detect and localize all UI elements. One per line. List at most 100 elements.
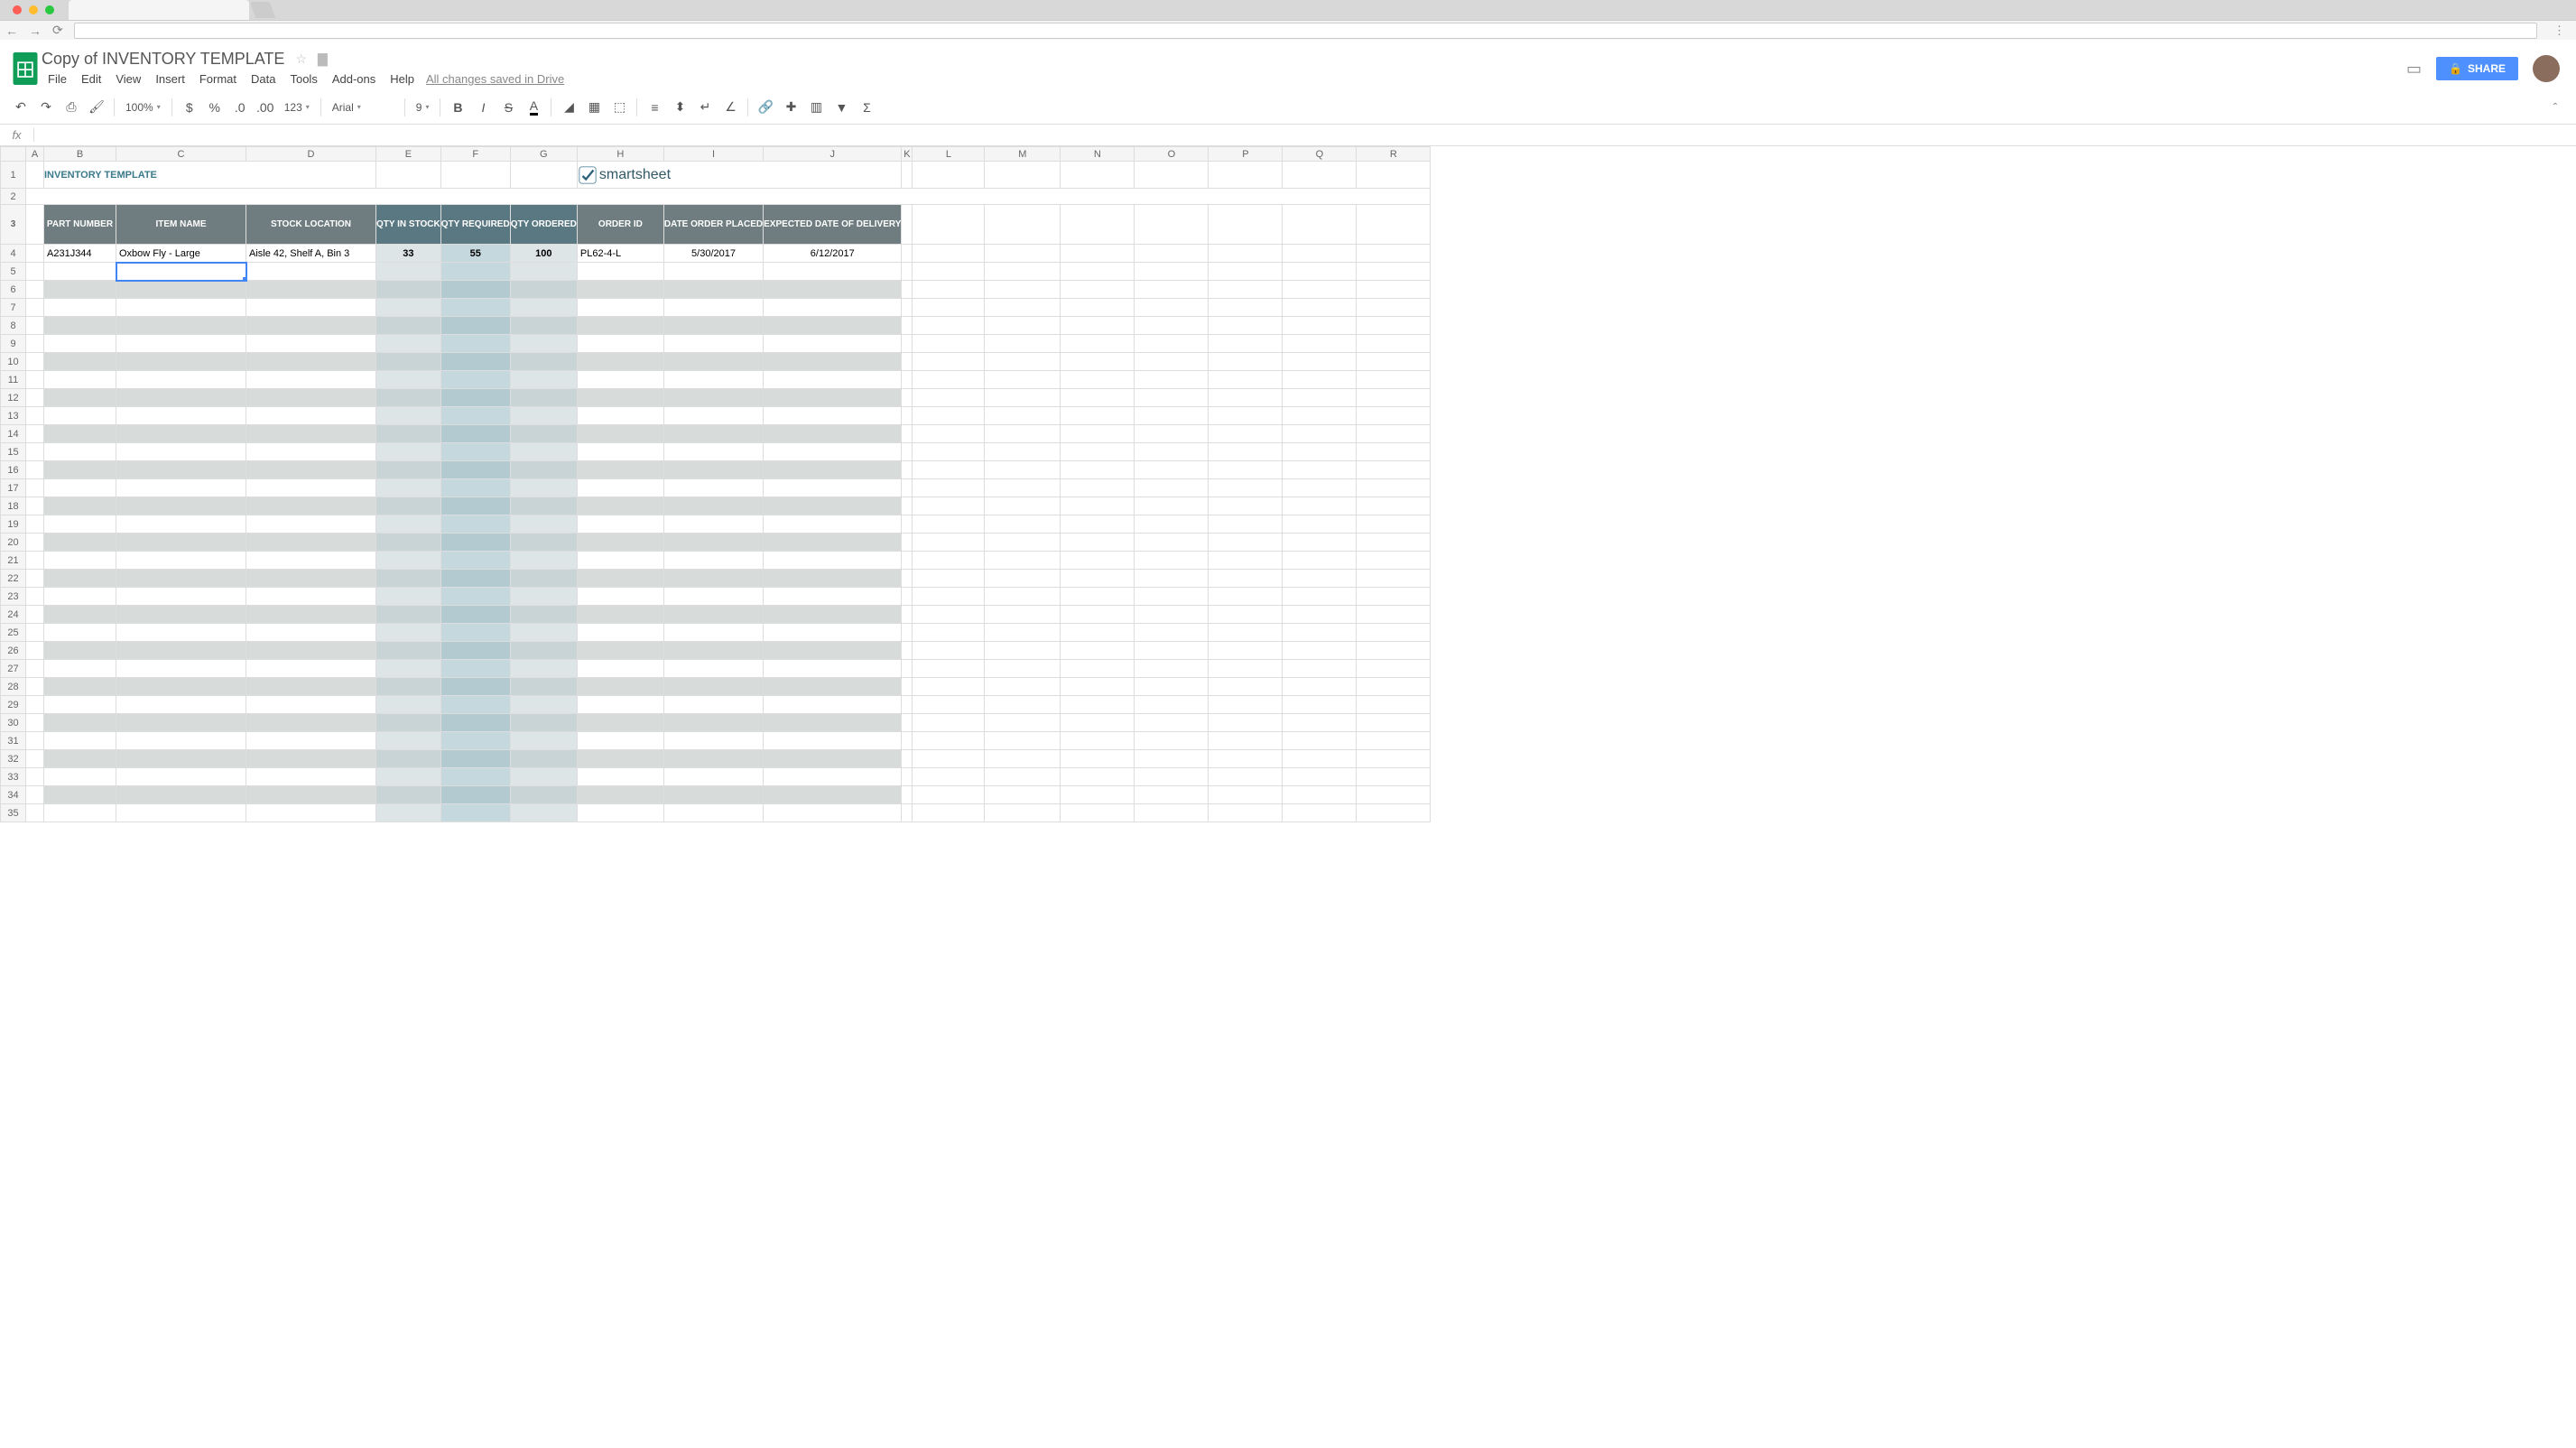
cell[interactable] [577, 642, 663, 660]
cell[interactable] [663, 786, 763, 804]
row-header[interactable]: 28 [1, 678, 26, 696]
cell[interactable] [1209, 606, 1283, 624]
cell[interactable] [440, 497, 510, 515]
cell[interactable] [1283, 205, 1357, 245]
cell[interactable] [1209, 678, 1283, 696]
cell[interactable] [1209, 768, 1283, 786]
cell[interactable] [376, 461, 441, 479]
cell[interactable] [1283, 353, 1357, 371]
cell[interactable] [246, 281, 376, 299]
menu-view[interactable]: View [109, 70, 147, 88]
cell-date-order[interactable]: 5/30/2017 [663, 245, 763, 263]
cell[interactable] [985, 552, 1061, 570]
row-header[interactable]: 7 [1, 299, 26, 317]
cell[interactable] [1135, 588, 1209, 606]
cell[interactable] [44, 588, 116, 606]
cell[interactable] [1135, 642, 1209, 660]
cell[interactable] [1061, 696, 1135, 714]
cell[interactable] [26, 205, 44, 245]
cell[interactable] [985, 317, 1061, 335]
cell[interactable] [246, 534, 376, 552]
cell[interactable] [246, 570, 376, 588]
cell[interactable] [510, 714, 577, 732]
cell[interactable] [1061, 389, 1135, 407]
cell[interactable] [116, 425, 246, 443]
cell[interactable] [902, 804, 913, 822]
cell[interactable] [510, 281, 577, 299]
reload-button[interactable]: ⟳ [52, 23, 63, 38]
cell[interactable] [1061, 497, 1135, 515]
cell[interactable] [577, 660, 663, 678]
cell[interactable] [1283, 263, 1357, 281]
cell[interactable] [764, 660, 902, 678]
cell[interactable] [440, 263, 510, 281]
cell[interactable] [116, 461, 246, 479]
cell[interactable] [1357, 335, 1431, 353]
cell[interactable] [44, 389, 116, 407]
cell[interactable] [376, 570, 441, 588]
row-header[interactable]: 16 [1, 461, 26, 479]
cell[interactable] [913, 317, 985, 335]
row-header[interactable]: 27 [1, 660, 26, 678]
cell[interactable] [985, 162, 1061, 189]
cell[interactable] [985, 389, 1061, 407]
cell[interactable] [1357, 461, 1431, 479]
comment-button[interactable]: ✚ [779, 96, 802, 119]
cell[interactable] [44, 317, 116, 335]
cell[interactable] [440, 371, 510, 389]
cell[interactable] [913, 299, 985, 317]
cell[interactable] [1357, 162, 1431, 189]
cell[interactable] [663, 732, 763, 750]
cell[interactable] [440, 804, 510, 822]
cell[interactable] [376, 642, 441, 660]
cell[interactable] [913, 696, 985, 714]
cell[interactable] [116, 515, 246, 534]
cell[interactable] [1135, 371, 1209, 389]
link-button[interactable]: 🔗 [754, 96, 777, 119]
cell[interactable] [913, 642, 985, 660]
cell[interactable] [116, 281, 246, 299]
cell[interactable] [1135, 570, 1209, 588]
cell[interactable] [26, 461, 44, 479]
cell[interactable] [764, 732, 902, 750]
cell[interactable] [913, 786, 985, 804]
cell[interactable] [1135, 389, 1209, 407]
cell[interactable] [26, 696, 44, 714]
cell[interactable] [1283, 768, 1357, 786]
cell[interactable] [985, 678, 1061, 696]
cell[interactable] [913, 461, 985, 479]
cell[interactable] [663, 443, 763, 461]
cell[interactable] [764, 696, 902, 714]
cell[interactable] [26, 714, 44, 732]
cell[interactable] [1357, 497, 1431, 515]
cell[interactable] [985, 534, 1061, 552]
cell[interactable] [577, 804, 663, 822]
cell[interactable] [440, 660, 510, 678]
cell[interactable] [913, 425, 985, 443]
cell[interactable] [1135, 606, 1209, 624]
cell[interactable] [902, 407, 913, 425]
cell[interactable] [1209, 642, 1283, 660]
cell[interactable] [577, 407, 663, 425]
cell[interactable] [764, 714, 902, 732]
undo-button[interactable]: ↶ [9, 96, 32, 119]
cell[interactable] [246, 732, 376, 750]
cell[interactable] [985, 205, 1061, 245]
cell[interactable] [902, 461, 913, 479]
doc-title[interactable]: Copy of INVENTORY TEMPLATE [42, 50, 284, 69]
cell[interactable] [510, 786, 577, 804]
cell[interactable] [246, 299, 376, 317]
cell[interactable] [1061, 515, 1135, 534]
cell[interactable] [1061, 642, 1135, 660]
cell[interactable] [1061, 245, 1135, 263]
cell[interactable] [26, 552, 44, 570]
cell[interactable] [764, 425, 902, 443]
row-header[interactable]: 20 [1, 534, 26, 552]
cell[interactable] [985, 606, 1061, 624]
cell[interactable] [440, 281, 510, 299]
cell[interactable] [1061, 443, 1135, 461]
cell[interactable] [1135, 678, 1209, 696]
cell[interactable] [985, 407, 1061, 425]
cell[interactable] [902, 732, 913, 750]
cell[interactable] [902, 353, 913, 371]
